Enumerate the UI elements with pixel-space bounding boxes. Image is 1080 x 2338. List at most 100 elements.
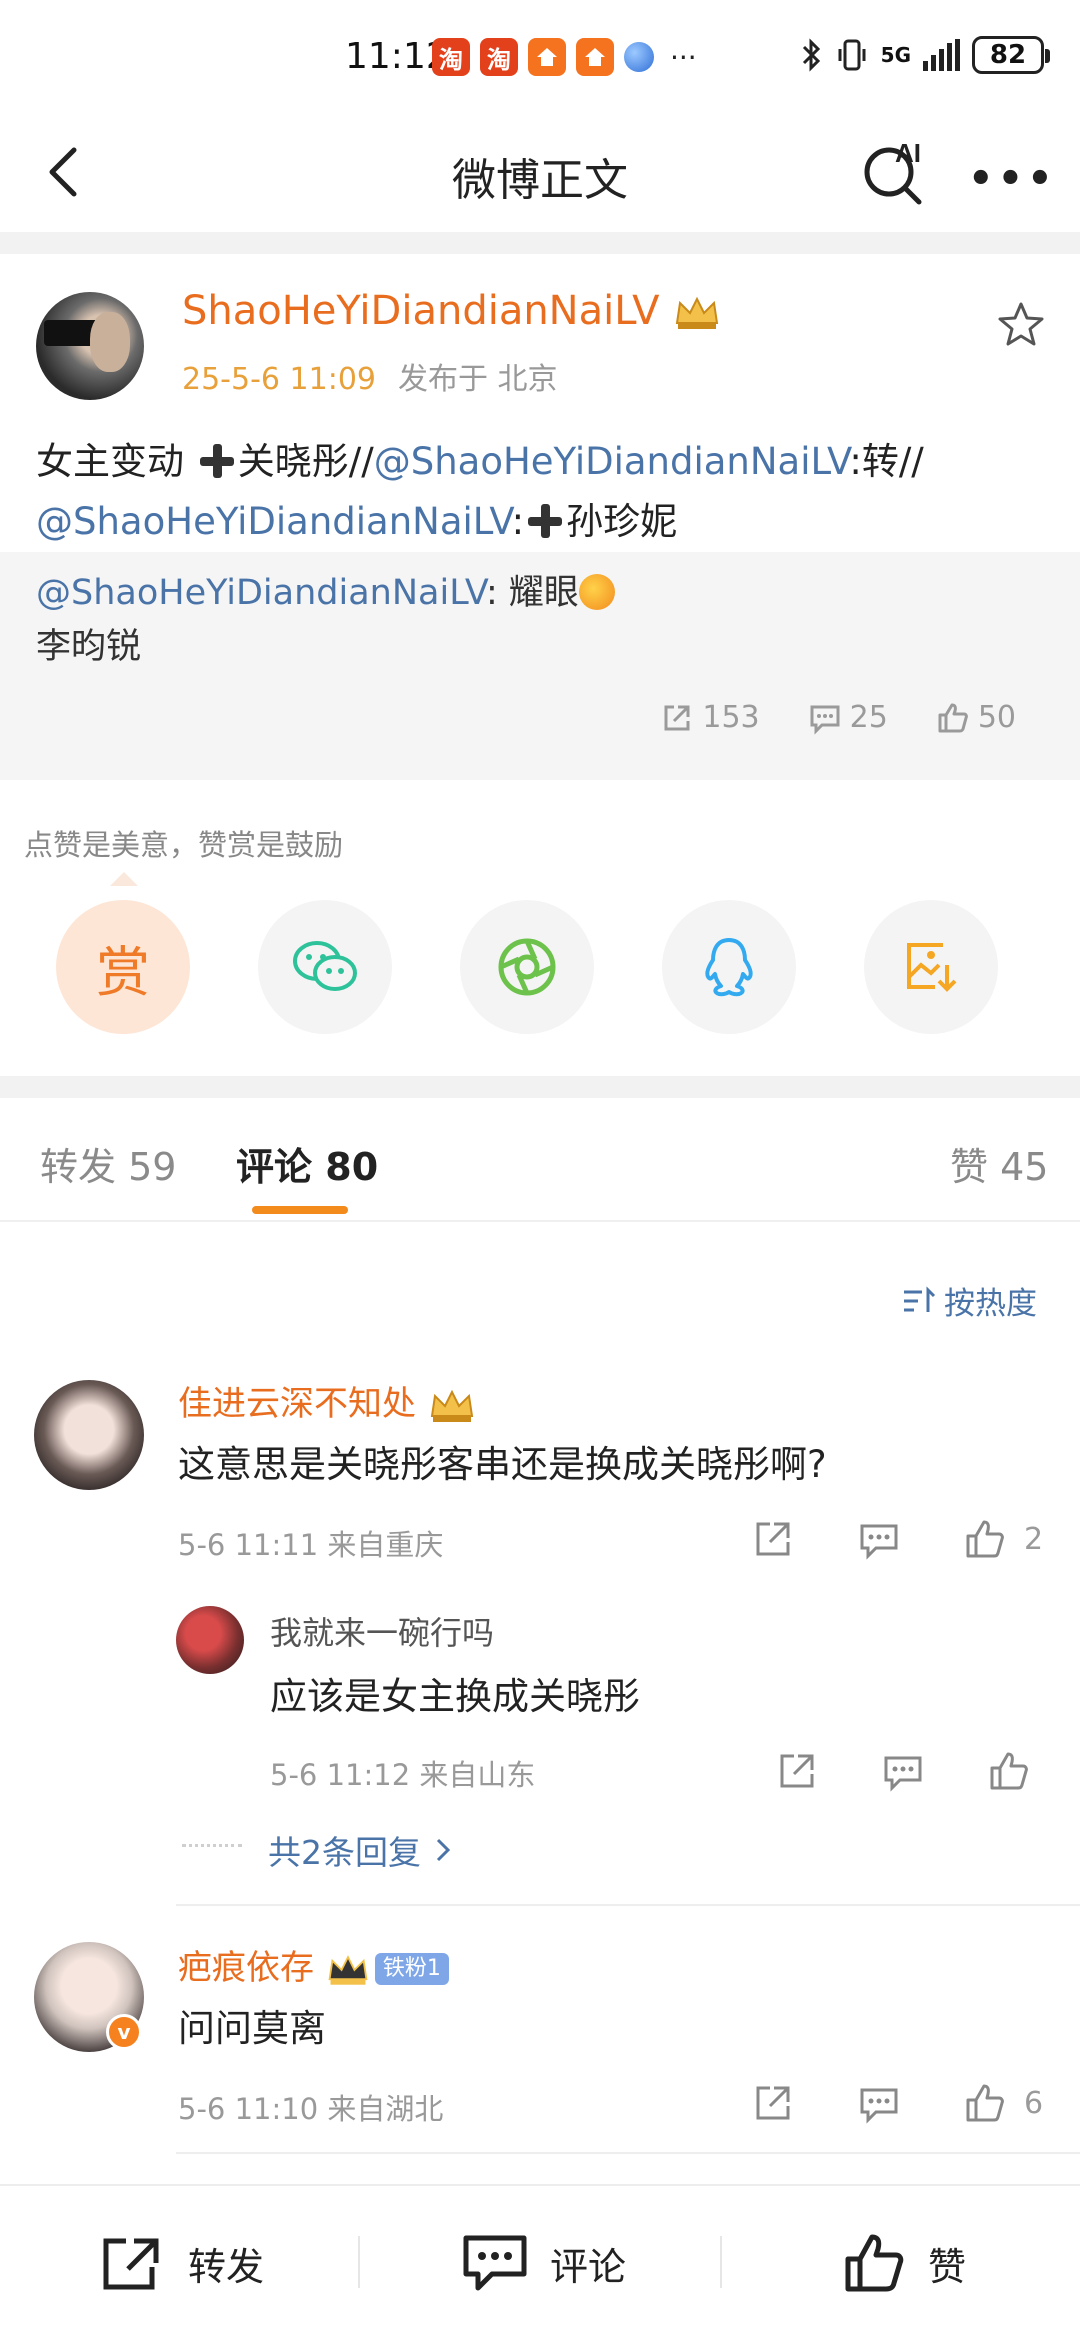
original-comment-count: 25 <box>849 700 888 735</box>
taobao-icon: 淘 <box>480 38 518 76</box>
bottom-action-bar: 转发 评论 赞 <box>0 2184 1080 2338</box>
comment-button[interactable]: 评论 <box>462 2186 626 2338</box>
thumbs-up-icon[interactable] <box>964 2082 1006 2124</box>
thumbs-up-icon <box>845 2234 904 2292</box>
reply-author-name[interactable]: 我就来一碗行吗 <box>270 1608 494 1654</box>
bar-divider <box>720 2236 722 2288</box>
comment-icon[interactable] <box>882 1750 924 1792</box>
tab-comments[interactable]: 评论 80 <box>236 1136 378 1191</box>
repost-button[interactable]: 转发 <box>100 2186 264 2338</box>
post-text-part: 孙珍妮 <box>566 500 678 543</box>
share-icon[interactable] <box>752 1518 794 1560</box>
more-replies-label: 共2条回复 <box>268 1833 421 1872</box>
original-like-button[interactable]: 50 <box>936 700 1016 735</box>
share-icon <box>664 705 690 730</box>
bar-divider <box>358 2236 360 2288</box>
like-label: 赞 <box>928 2244 967 2289</box>
commenter-name[interactable]: 疤痕依存 铁粉1 <box>178 1940 449 1989</box>
moments-icon <box>498 938 556 996</box>
bluetooth-icon <box>802 38 820 72</box>
section-divider <box>0 1076 1080 1098</box>
post-author-avatar[interactable] <box>36 292 144 400</box>
reply-author-avatar[interactable] <box>176 1606 244 1674</box>
ai-search-icon[interactable]: AI <box>855 130 935 210</box>
original-post-line2: 李昀锐 <box>36 627 142 667</box>
taobao-icon: 淘 <box>432 38 470 76</box>
original-repost-button[interactable]: 153 <box>660 700 760 735</box>
tab-likes[interactable]: 赞 45 <box>950 1136 1048 1191</box>
sort-label: 按热度 <box>944 1286 1037 1322</box>
section-divider <box>0 232 1080 254</box>
original-post-text: @ShaoHeYiDiandianNaiLV: 耀眼 李昀锐 <box>36 566 615 674</box>
commenter-name[interactable]: 佳进云深不知处 <box>178 1376 477 1426</box>
home-app-icon <box>528 38 566 76</box>
post-meta: 25-5-6 11:09 发布于 北京 <box>182 354 558 398</box>
comment-text: 这意思是关晓彤客串还是换成关晓彤啊? <box>178 1443 827 1486</box>
crown-vip-icon <box>328 1954 368 1985</box>
share-wechat-button[interactable] <box>258 900 392 1034</box>
comment-icon[interactable] <box>858 1518 900 1560</box>
thumbs-up-icon[interactable] <box>964 1518 1006 1560</box>
tab-comments-label: 评论 <box>236 1145 313 1189</box>
battery-level: 82 <box>989 40 1027 70</box>
mention-link[interactable]: @ShaoHeYiDiandianNaiLV <box>374 440 850 483</box>
mango-emoji-icon <box>578 574 615 610</box>
save-image-button[interactable] <box>864 900 998 1034</box>
post-location: 发布于 北京 <box>398 362 558 397</box>
reply-actions <box>776 1750 1030 1792</box>
status-app-icons: 淘 淘 ··· <box>432 38 697 76</box>
share-qq-button[interactable] <box>662 900 796 1034</box>
commenter-name-text: 佳进云深不知处 <box>178 1384 416 1424</box>
original-comment-button[interactable]: 25 <box>808 700 888 735</box>
original-post-card[interactable]: @ShaoHeYiDiandianNaiLV: 耀眼 李昀锐 153 25 50 <box>0 552 1080 780</box>
tab-likes-label: 赞 <box>950 1145 989 1189</box>
post-time: 25-5-6 11:09 <box>182 362 376 397</box>
more-notifications-icon: ··· <box>670 40 697 74</box>
tab-comments-count: 80 <box>325 1145 379 1189</box>
comment-meta: 5-6 11:11 来自重庆 <box>178 1528 444 1562</box>
reward-button[interactable]: 赏 <box>56 900 190 1034</box>
comment-label: 评论 <box>550 2244 627 2289</box>
share-icon[interactable] <box>752 2082 794 2124</box>
network-type: 5G <box>880 43 911 67</box>
like-button[interactable]: 赞 <box>842 2186 966 2338</box>
comment-actions: 6 <box>752 2082 1043 2124</box>
status-bar: 11:12 淘 淘 ··· 5G 82 <box>0 0 1080 120</box>
post-author-name[interactable]: ShaoHeYiDiandianNaiLV <box>182 288 722 334</box>
reply-meta: 5-6 11:12 来自山东 <box>270 1758 536 1792</box>
qq-penguin-icon <box>705 938 753 997</box>
ai-label: AI <box>895 138 921 168</box>
browser-icon <box>624 42 654 72</box>
tab-likes-count: 45 <box>1000 1145 1049 1189</box>
post-content: 女主变动 关晓彤//@ShaoHeYiDiandianNaiLV:转// @Sh… <box>36 432 1046 552</box>
battery-icon: 82 <box>972 36 1050 74</box>
sort-by-hot-button[interactable]: 按热度 <box>902 1278 1037 1323</box>
author-name-text: ShaoHeYiDiandianNaiLV <box>182 288 660 334</box>
share-icon[interactable] <box>776 1750 818 1792</box>
reward-pointer <box>110 872 138 886</box>
thumbs-up-icon <box>938 703 968 732</box>
favorite-star-icon[interactable] <box>996 300 1046 350</box>
mention-link[interactable]: @ShaoHeYiDiandianNaiLV <box>36 500 512 543</box>
mention-link[interactable]: @ShaoHeYiDiandianNaiLV <box>36 573 486 613</box>
thumbs-up-icon[interactable] <box>988 1750 1030 1792</box>
crown-vip-icon <box>676 296 719 329</box>
more-options-icon[interactable]: ••• <box>968 156 1057 202</box>
reply-thread-dots <box>182 1844 242 1847</box>
view-more-replies-link[interactable]: 共2条回复 <box>268 1826 453 1874</box>
repost-icon <box>103 2238 159 2290</box>
comment-icon[interactable] <box>858 2082 900 2124</box>
tab-reposts[interactable]: 转发 59 <box>40 1136 176 1191</box>
post-text-part: :转// <box>849 440 924 483</box>
comment-divider <box>176 2152 1080 2154</box>
active-tab-indicator <box>252 1206 348 1214</box>
comment-actions: 2 <box>752 1518 1043 1560</box>
repost-label: 转发 <box>188 2244 265 2289</box>
vibrate-icon <box>838 39 866 71</box>
commenter-name-text: 疤痕依存 <box>178 1948 314 1988</box>
tab-reposts-label: 转发 <box>40 1145 117 1189</box>
commenter-avatar[interactable] <box>34 1380 144 1490</box>
chevron-right-icon <box>436 1838 451 1862</box>
share-moments-button[interactable] <box>460 900 594 1034</box>
reward-label: 赏 <box>96 940 150 1004</box>
